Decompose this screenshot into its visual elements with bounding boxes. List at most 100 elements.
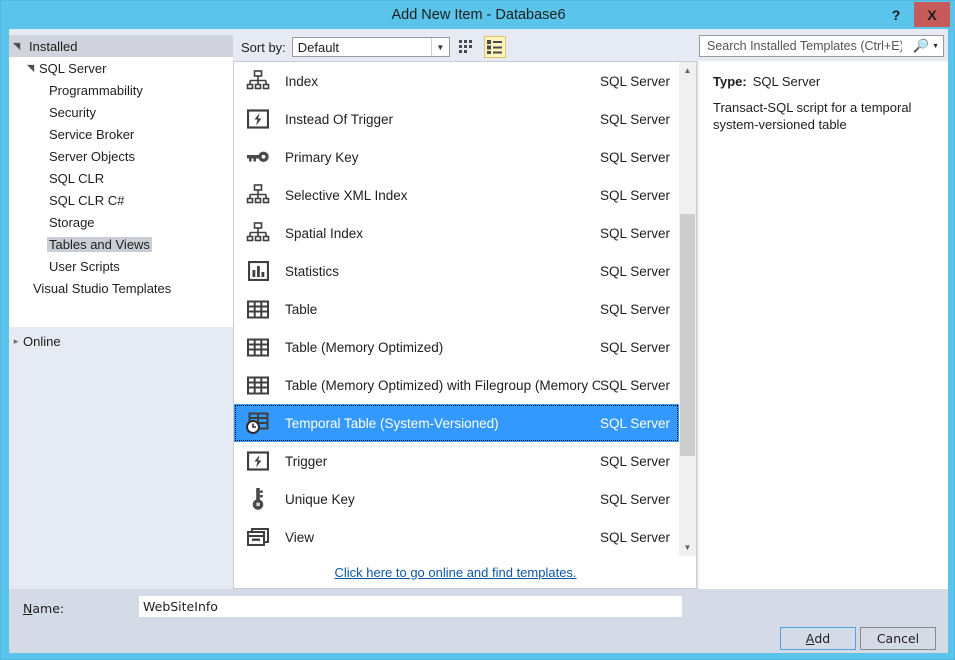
details-panel: 🔍 ▼ Type: SQL Server Transact-SQL script … (699, 35, 948, 589)
list-item[interactable]: Table SQL Server (234, 290, 679, 328)
list-item-label: Unique Key (285, 492, 600, 507)
list-item[interactable]: Table (Memory Optimized) with Filegroup … (234, 366, 679, 404)
sidebar-item-security[interactable]: Security (9, 101, 233, 123)
list-item-origin: SQL Server (600, 492, 670, 507)
list-item-origin: SQL Server (600, 454, 670, 469)
sort-by-value: Default (298, 40, 339, 55)
list-view-icon (487, 40, 502, 54)
tree-node-label: Visual Studio Templates (31, 281, 173, 296)
scroll-up-icon[interactable]: ▲ (679, 62, 696, 79)
list-item-origin: SQL Server (600, 302, 670, 317)
sort-by-dropdown[interactable]: Default ▼ (292, 37, 450, 57)
window-controls: ? X (878, 2, 950, 27)
add-button[interactable]: Add (780, 627, 856, 650)
help-button[interactable]: ? (878, 2, 914, 27)
list-item[interactable]: Index SQL Server (234, 62, 679, 100)
search-box-icons: 🔍 ▼ (913, 37, 939, 55)
tree-node-label: Security (47, 105, 98, 120)
tiles-view-button[interactable] (456, 36, 478, 58)
name-input[interactable] (139, 596, 682, 617)
name-label-accel: N (23, 601, 32, 616)
tree-node-label: Service Broker (47, 127, 136, 142)
key-vertical-icon (241, 487, 275, 511)
table-icon (241, 300, 275, 319)
template-categories-panel: Installed SQL Server Programmability Sec… (9, 29, 233, 589)
name-label: Name: (23, 601, 64, 616)
scrollbar-thumb[interactable] (680, 214, 695, 456)
sidebar-item-online[interactable]: Online (9, 329, 233, 353)
chevron-right-icon (9, 336, 23, 347)
sort-by-label: Sort by: (241, 40, 286, 55)
list-item-label: Table (Memory Optimized) with Filegroup … (285, 378, 600, 393)
list-item[interactable]: Unique Key SQL Server (234, 480, 679, 518)
sidebar-item-sql-clr[interactable]: SQL CLR (9, 167, 233, 189)
search-icon[interactable]: 🔍 (913, 38, 929, 54)
list-item[interactable]: View SQL Server (234, 518, 679, 556)
temporal-table-icon (241, 412, 275, 434)
installed-header[interactable]: Installed (9, 35, 233, 57)
list-item-label: Spatial Index (285, 226, 600, 241)
scroll-down-icon[interactable]: ▼ (679, 539, 696, 556)
tree-node-sql-server[interactable]: SQL Server (9, 57, 233, 79)
templates-scrollbar[interactable]: ▲ ▼ (679, 62, 696, 556)
list-item-origin: SQL Server (600, 226, 670, 241)
list-item[interactable]: Table (Memory Optimized) SQL Server (234, 328, 679, 366)
title-bar: Add New Item - Database6 ? X (1, 1, 955, 29)
sidebar-item-tables-and-views[interactable]: Tables and Views (9, 233, 233, 255)
list-item[interactable]: Primary Key SQL Server (234, 138, 679, 176)
list-item[interactable]: Instead Of Trigger SQL Server (234, 100, 679, 138)
list-item[interactable]: Statistics SQL Server (234, 252, 679, 290)
search-box[interactable]: 🔍 ▼ (699, 35, 944, 57)
list-item[interactable]: Selective XML Index SQL Server (234, 176, 679, 214)
sidebar-item-storage[interactable]: Storage (9, 211, 233, 233)
list-item-label: Trigger (285, 454, 600, 469)
templates-list: Index SQL Server Instead Of Trigger SQL (233, 61, 697, 589)
dialog-footer: Name: Add Cancel (9, 589, 948, 653)
list-item[interactable]: Spatial Index SQL Server (234, 214, 679, 252)
list-item-label: Selective XML Index (285, 188, 600, 203)
close-button[interactable]: X (914, 2, 950, 27)
tree-node-label: SQL CLR (47, 171, 106, 186)
list-item-label: Statistics (285, 264, 600, 279)
key-horizontal-icon (241, 149, 275, 165)
sidebar-item-programmability[interactable]: Programmability (9, 79, 233, 101)
trigger-icon (241, 451, 275, 471)
list-item-origin: SQL Server (600, 188, 670, 203)
sidebar-item-server-objects[interactable]: Server Objects (9, 145, 233, 167)
list-view-button[interactable] (484, 36, 506, 58)
list-item-label: View (285, 530, 600, 545)
chevron-down-icon[interactable]: ▼ (932, 43, 939, 50)
index-icon (241, 222, 275, 244)
sidebar-item-user-scripts[interactable]: User Scripts (9, 255, 233, 277)
list-item[interactable]: Trigger SQL Server (234, 442, 679, 480)
list-item-label: Primary Key (285, 150, 600, 165)
tree-node-label: Storage (47, 215, 97, 230)
list-item-label: Instead Of Trigger (285, 112, 600, 127)
type-value: SQL Server (753, 74, 820, 89)
tree-node-label: Tables and Views (47, 237, 152, 252)
list-item-label: Temporal Table (System-Versioned) (285, 416, 600, 431)
list-item-origin: SQL Server (600, 378, 670, 393)
chevron-down-icon (9, 41, 23, 52)
list-item-selected[interactable]: Temporal Table (System-Versioned) SQL Se… (234, 404, 679, 442)
index-icon (241, 70, 275, 92)
online-templates-link[interactable]: Click here to go online and find templat… (334, 565, 576, 580)
category-tree: SQL Server Programmability Security Serv… (9, 57, 233, 327)
search-input[interactable] (705, 36, 904, 56)
list-item-origin: SQL Server (600, 530, 670, 545)
tree-node-label: Online (23, 334, 61, 349)
sidebar-item-service-broker[interactable]: Service Broker (9, 123, 233, 145)
template-description: Transact-SQL script for a temporal syste… (713, 99, 913, 133)
installed-label: Installed (29, 39, 77, 54)
add-accel: A (806, 631, 815, 646)
template-details: Type: SQL Server Transact-SQL script for … (699, 61, 948, 589)
type-label: Type: (713, 74, 747, 89)
cancel-button[interactable]: Cancel (860, 627, 936, 650)
tree-node-label: SQL CLR C# (47, 193, 126, 208)
sidebar-item-visual-studio-templates[interactable]: Visual Studio Templates (9, 277, 233, 299)
sidebar-item-sql-clr-csharp[interactable]: SQL CLR C# (9, 189, 233, 211)
list-item-label: Index (285, 74, 600, 89)
add-rest: dd (814, 631, 830, 646)
list-item-origin: SQL Server (600, 112, 670, 127)
view-icon (241, 527, 275, 548)
